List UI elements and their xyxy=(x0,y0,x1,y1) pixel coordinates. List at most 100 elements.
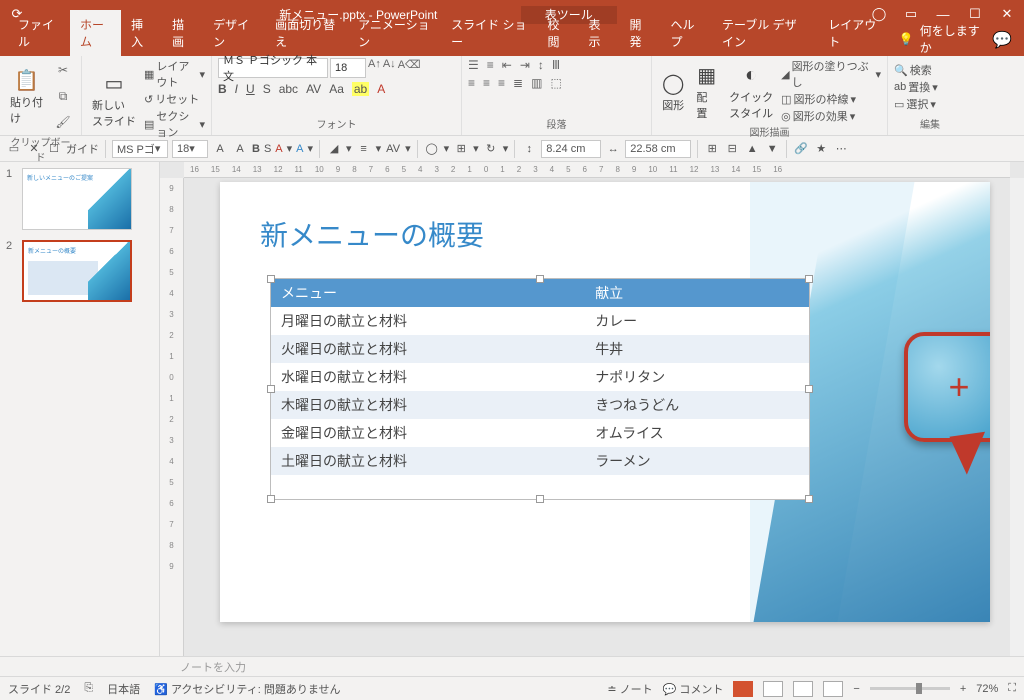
zoom-slider[interactable] xyxy=(870,687,950,690)
qat-anim-icon[interactable]: ★ xyxy=(813,141,829,157)
tab-insert[interactable]: 挿入 xyxy=(121,10,162,56)
decrease-font-icon[interactable]: A↓ xyxy=(383,58,396,78)
font-size-select[interactable]: 18 xyxy=(330,58,366,78)
reset-button[interactable]: ↺ リセット xyxy=(144,91,205,107)
shape-fill-button[interactable]: ◢ 図形の塗りつぶし ▾ xyxy=(781,58,881,90)
tab-transitions[interactable]: 画面切り替え xyxy=(265,10,348,56)
qat-height-icon[interactable]: ↕ xyxy=(521,141,537,157)
cut-icon[interactable]: ✂ xyxy=(51,58,75,82)
comments-icon[interactable]: 💬 xyxy=(980,24,1024,56)
qat-more-icon[interactable]: ⋯ xyxy=(833,141,849,157)
accessibility-label[interactable]: ♿ アクセシビリティ: 問題ありません xyxy=(154,681,340,697)
table-header-menu[interactable]: メニュー xyxy=(271,279,585,307)
bullets-icon[interactable]: ☰ xyxy=(468,58,479,72)
zoom-out-icon[interactable]: − xyxy=(853,683,859,695)
tab-review[interactable]: 校閲 xyxy=(538,10,579,56)
qat-bullets-icon[interactable]: ≡ xyxy=(356,141,372,157)
columns-icon[interactable]: ▥ xyxy=(531,76,542,90)
find-button[interactable]: 🔍 検索 xyxy=(894,62,938,78)
section-button[interactable]: ▤ セクション ▾ xyxy=(144,108,205,140)
tab-tabledesign[interactable]: テーブル デザイン xyxy=(712,10,818,56)
slide-canvas[interactable]: 新メニューの概要 メニュー 献立 月曜日の献立と材料カ xyxy=(220,182,990,622)
qat-height-input[interactable]: 8.24 cm xyxy=(541,140,601,158)
slideshow-view-icon[interactable] xyxy=(823,681,843,697)
guide-label[interactable]: ガイド xyxy=(66,141,99,157)
line-spacing-icon[interactable]: ↕ xyxy=(538,58,544,72)
clear-format-icon[interactable]: A⌫ xyxy=(398,58,421,78)
align-center-icon[interactable]: ≡ xyxy=(483,76,490,90)
increase-font-icon[interactable]: A↑ xyxy=(368,58,381,78)
ribbon-display-icon[interactable]: ▭ xyxy=(902,5,920,23)
table-row[interactable]: 金曜日の献立と材料オムライス xyxy=(271,419,809,447)
spacing-button[interactable]: AV xyxy=(306,82,321,96)
qat-width-input[interactable]: 22.58 cm xyxy=(625,140,691,158)
qat-shrink-icon[interactable]: A xyxy=(232,141,248,157)
comments-toggle[interactable]: 💬 コメント xyxy=(663,681,724,697)
maximize-icon[interactable]: ☐ xyxy=(966,5,984,23)
qat-front-icon[interactable]: ▲ xyxy=(744,141,760,157)
qat-save-icon[interactable]: ▭ xyxy=(6,141,22,157)
new-slide-button[interactable]: ▭ 新しい スライド xyxy=(88,67,140,131)
language-label[interactable]: 日本語 xyxy=(107,681,140,697)
qat-undo-icon[interactable]: ✕ xyxy=(26,141,42,157)
qat-link-icon[interactable]: 🔗 xyxy=(793,141,809,157)
shape-effects-button[interactable]: ◎ 図形の効果 ▾ xyxy=(781,108,881,124)
qat-highlight[interactable]: A xyxy=(296,143,303,155)
justify-icon[interactable]: ≣ xyxy=(513,76,523,90)
qat-grow-icon[interactable]: A xyxy=(212,141,228,157)
underline-button[interactable]: U xyxy=(246,82,255,96)
tab-draw[interactable]: 描画 xyxy=(162,10,203,56)
sorter-view-icon[interactable] xyxy=(763,681,783,697)
table-row[interactable]: 水曜日の献立と材料ナポリタン xyxy=(271,363,809,391)
qat-ungroup-icon[interactable]: ⊟ xyxy=(724,141,740,157)
tell-me[interactable]: 💡 何をしますか xyxy=(899,22,980,56)
thumbnail-1[interactable]: 1 新しいメニューのご提案 xyxy=(6,168,153,230)
strike-button[interactable]: abc xyxy=(279,82,298,96)
zoom-level[interactable]: 72% xyxy=(976,683,998,695)
reading-view-icon[interactable] xyxy=(793,681,813,697)
select-button[interactable]: ▭ 選択 ▾ xyxy=(894,96,938,112)
tab-home[interactable]: ホーム xyxy=(70,10,121,56)
qat-check-icon[interactable]: ☐ xyxy=(46,141,62,157)
qat-width-icon[interactable]: ↔ xyxy=(605,141,621,157)
align-right-icon[interactable]: ≡ xyxy=(498,76,505,90)
qat-shapes-icon[interactable]: ◯ xyxy=(424,141,440,157)
qat-font-size[interactable]: 18 ▾ xyxy=(172,140,208,158)
replace-button[interactable]: ab 置換 ▾ xyxy=(894,79,938,95)
qat-spacing-icon[interactable]: AV xyxy=(385,141,401,157)
notes-pane[interactable]: ノートを入力 xyxy=(0,656,1024,676)
tab-design[interactable]: デザイン xyxy=(203,10,265,56)
quickstyle-button[interactable]: ◐クイック スタイル xyxy=(725,59,777,123)
zoom-in-icon[interactable]: + xyxy=(960,683,966,695)
tab-file[interactable]: ファイル xyxy=(8,10,70,56)
qat-group-icon[interactable]: ⊞ xyxy=(704,141,720,157)
indent-dec-icon[interactable]: ⇤ xyxy=(502,58,512,72)
shadow-button[interactable]: S xyxy=(263,82,271,96)
indent-inc-icon[interactable]: ⇥ xyxy=(520,58,530,72)
tab-help[interactable]: ヘルプ xyxy=(661,10,713,56)
numbering-icon[interactable]: ≡ xyxy=(487,58,494,72)
text-direction-icon[interactable]: Ⅲ xyxy=(552,58,560,72)
scrollbar-vertical[interactable] xyxy=(1010,178,1024,656)
case-button[interactable]: Aa xyxy=(329,82,344,96)
table-row[interactable]: 月曜日の献立と材料カレー xyxy=(271,307,809,335)
qat-font-name[interactable]: MS Pゴ ▾ xyxy=(112,140,168,158)
qat-rotate-icon[interactable]: ↻ xyxy=(483,141,499,157)
table-row[interactable]: 火曜日の献立と材料牛丼 xyxy=(271,335,809,363)
tab-animations[interactable]: アニメーション xyxy=(348,10,441,56)
qat-fill-icon[interactable]: ◢ xyxy=(326,141,342,157)
table-header-dish[interactable]: 献立 xyxy=(585,279,809,307)
qat-shadow[interactable]: S xyxy=(264,143,271,155)
close-icon[interactable]: ✕ xyxy=(998,5,1016,23)
normal-view-icon[interactable] xyxy=(733,681,753,697)
align-left-icon[interactable]: ≡ xyxy=(468,76,475,90)
thumbnail-2[interactable]: 2 新メニューの概要 xyxy=(6,240,153,302)
copy-icon[interactable]: ⧉ xyxy=(51,84,75,108)
table-row[interactable]: 土曜日の献立と材料ラーメン xyxy=(271,447,809,475)
arrange-button[interactable]: ▦配置 xyxy=(692,59,721,123)
bold-button[interactable]: B xyxy=(218,82,227,96)
qat-align-icon[interactable]: ⊞ xyxy=(453,141,469,157)
spellcheck-icon[interactable]: ⎘ xyxy=(84,682,93,695)
notes-toggle[interactable]: ≐ ノート xyxy=(607,681,652,697)
paste-button[interactable]: 📋 貼り付け xyxy=(6,64,47,128)
